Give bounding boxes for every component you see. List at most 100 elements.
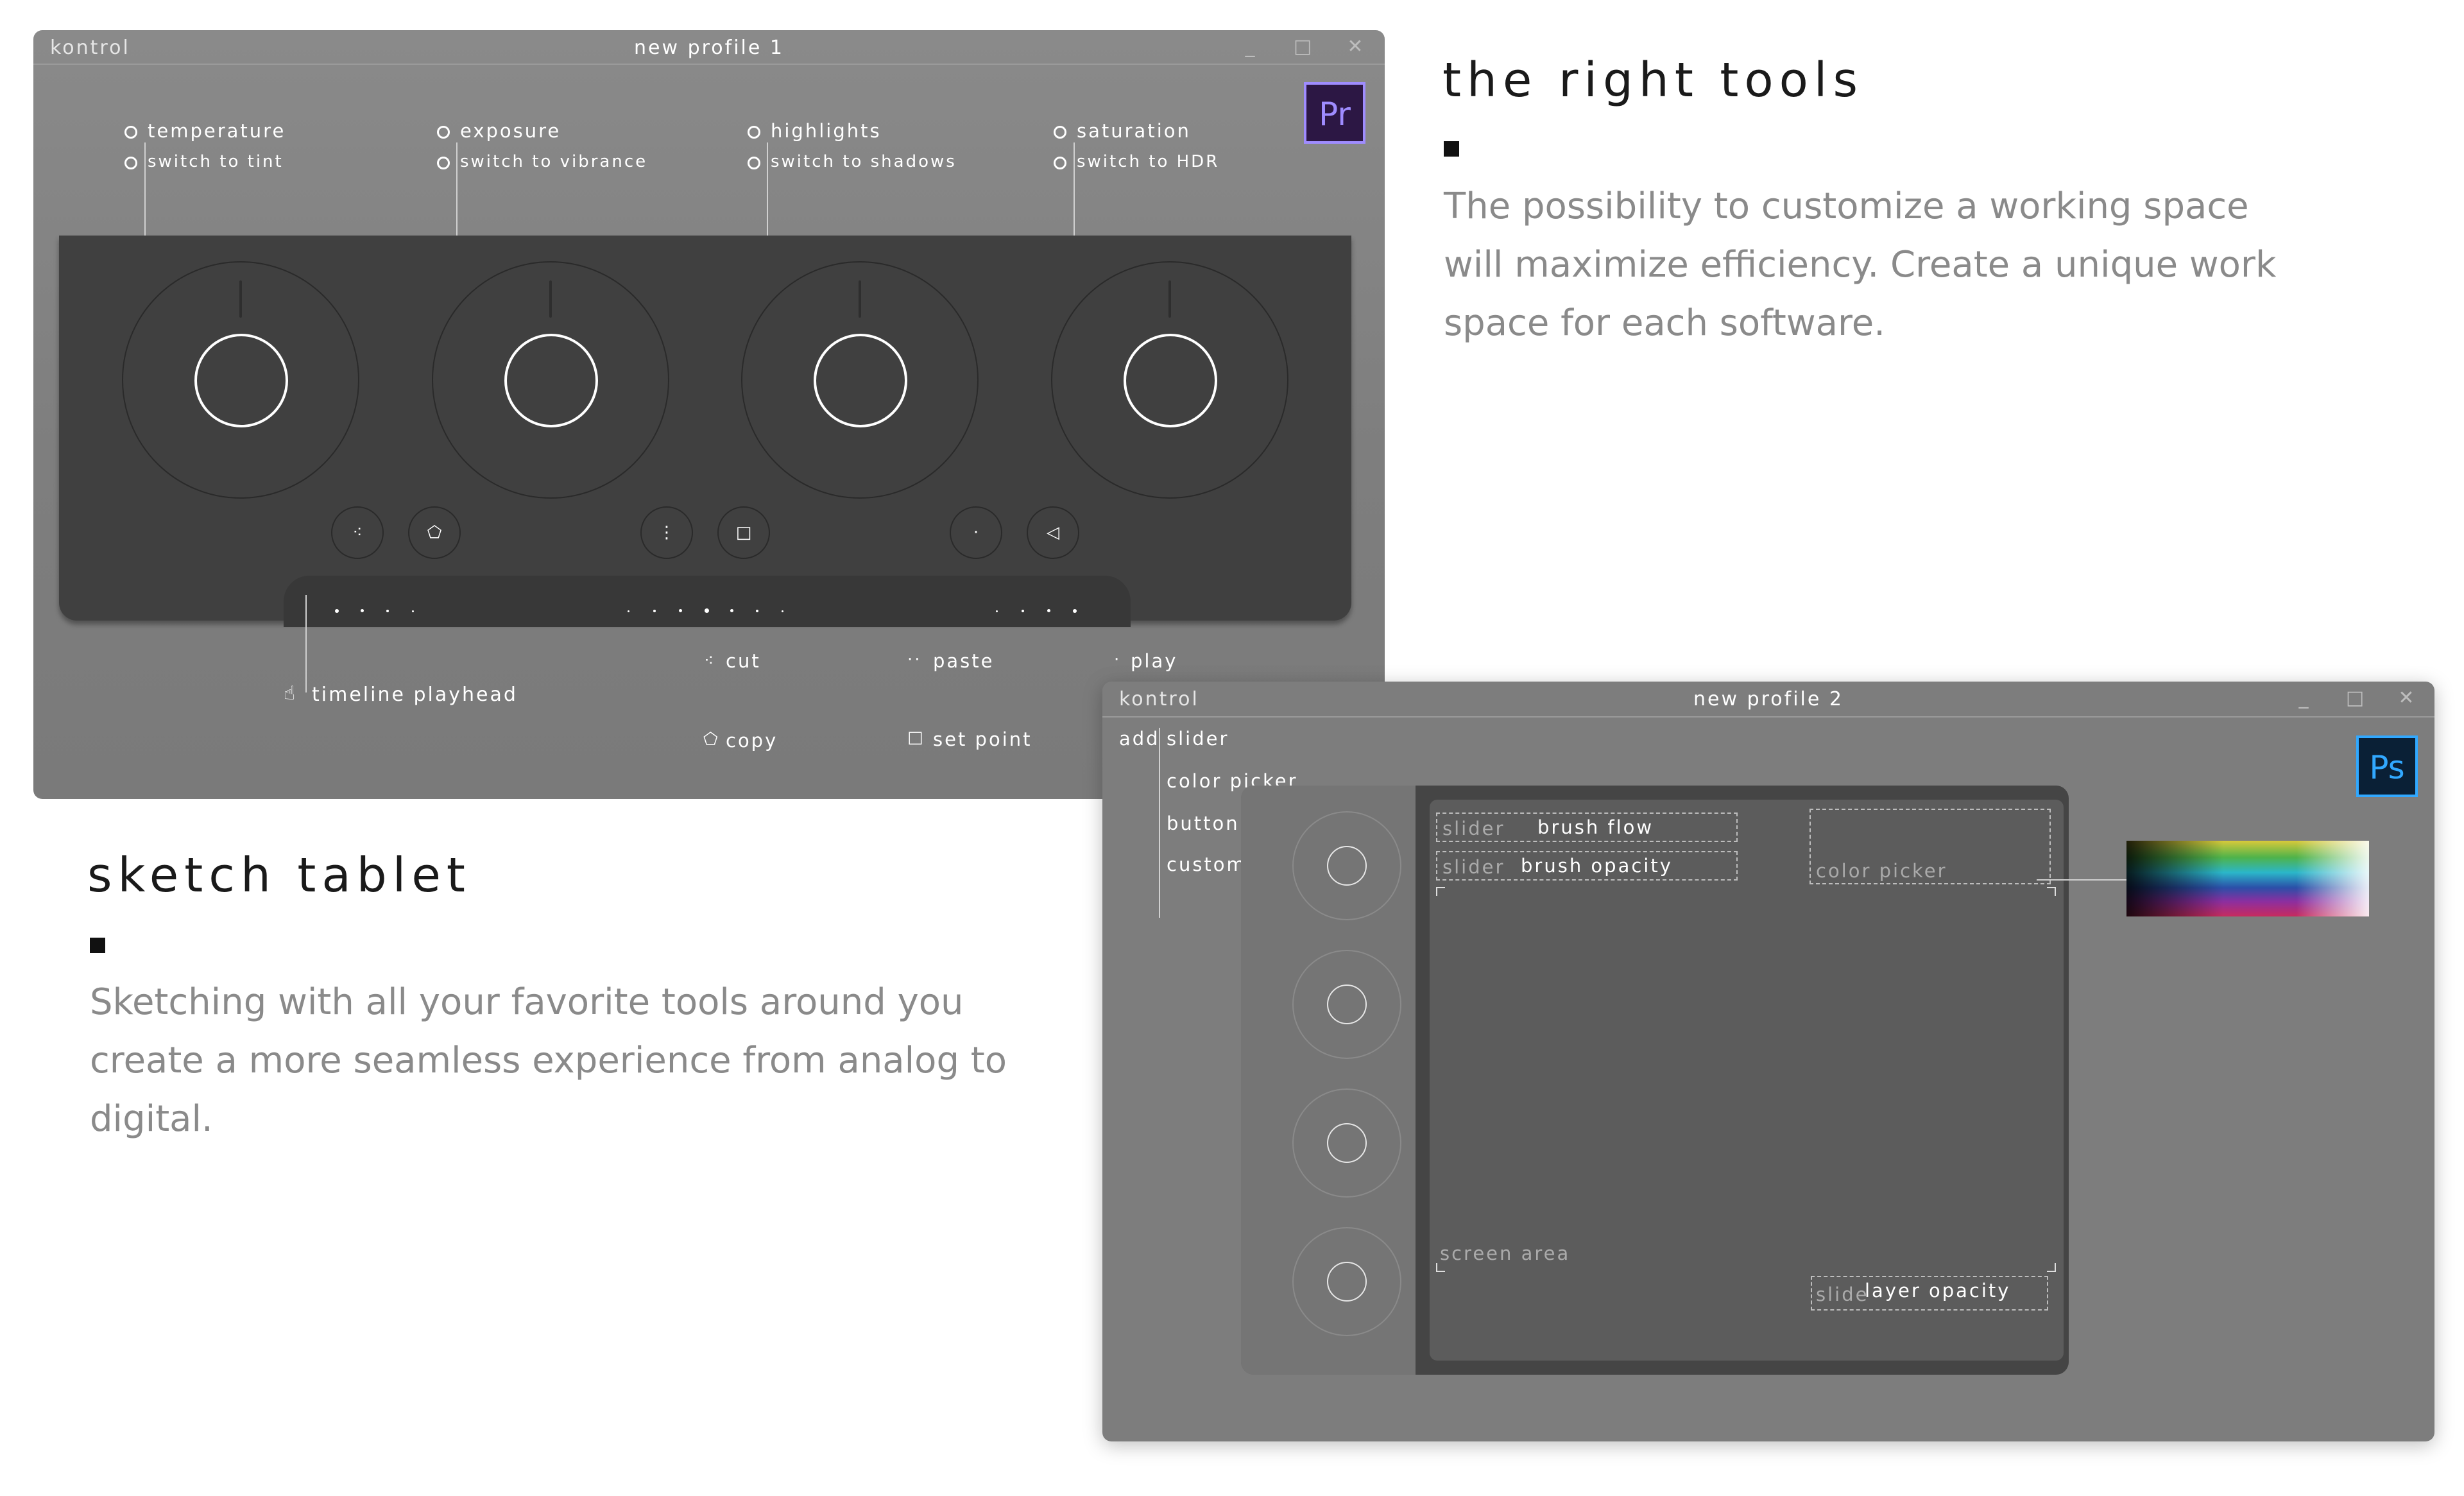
tablet-dial-4[interactable] <box>1292 1227 1401 1336</box>
radio-icon[interactable] <box>124 126 137 139</box>
knob-secondary-label[interactable]: switch to vibrance <box>460 152 647 171</box>
timeline-dot <box>730 609 733 612</box>
cut-label[interactable]: cut <box>726 650 761 672</box>
set-point-button[interactable]: □ <box>717 506 770 559</box>
premiere-app-icon[interactable]: Pr <box>1304 82 1365 144</box>
radio-icon[interactable] <box>437 157 450 169</box>
timeline-dot <box>628 610 629 612</box>
timeline-dot <box>386 610 389 612</box>
brush-flow-slider[interactable]: slider brush flow <box>1436 812 1738 842</box>
color-spectrum[interactable] <box>2126 841 2369 916</box>
play-label[interactable]: play <box>1131 650 1177 672</box>
knob-strip <box>1241 786 1416 1375</box>
slider-type-label: slider <box>1442 818 1505 839</box>
dial-center <box>1327 984 1367 1024</box>
knob-primary-label[interactable]: temperature <box>148 120 286 142</box>
corner-mark <box>2047 887 2056 896</box>
knob-primary-label[interactable]: exposure <box>460 120 561 142</box>
slider-type-label: slider <box>1442 856 1505 878</box>
title-bar[interactable]: kontrol new profile 1 _ □ ✕ <box>33 30 1385 65</box>
maximize-icon[interactable]: □ <box>2342 687 2368 710</box>
minimize-icon[interactable]: _ <box>2291 687 2316 710</box>
connector-line <box>2037 879 2135 881</box>
sketch-tablet-paragraph: Sketching with all your favorite tools a… <box>90 981 1007 1140</box>
set-point-label[interactable]: set point <box>933 728 1032 750</box>
paste-button[interactable]: ⋮ <box>640 506 693 559</box>
bullet-square <box>90 938 105 953</box>
tablet-dial-2[interactable] <box>1292 950 1401 1059</box>
dial-knob-2[interactable] <box>432 261 669 499</box>
layer-opacity-slider[interactable]: slide layer opacity <box>1811 1276 2048 1311</box>
dial-knob-3[interactable] <box>741 261 979 499</box>
right-tools-paragraph: The possibility to customize a working s… <box>1444 185 2277 344</box>
color-picker-widget[interactable]: color picker <box>1810 809 2051 884</box>
corner-mark <box>1436 1263 1445 1272</box>
menu-divider <box>1159 728 1160 918</box>
timeline-dot <box>996 610 998 612</box>
knob-secondary-label[interactable]: switch to HDR <box>1077 152 1219 171</box>
timeline-dot <box>782 610 783 612</box>
radio-icon[interactable] <box>748 157 760 169</box>
cut-icon: ⁖ <box>704 651 716 671</box>
photoshop-app-icon[interactable]: Ps <box>2356 735 2418 797</box>
dial-indicator <box>859 280 861 318</box>
add-custom-item[interactable]: custom <box>1167 854 1247 875</box>
knob-primary-label[interactable]: saturation <box>1077 120 1191 142</box>
close-icon[interactable]: ✕ <box>2393 687 2419 710</box>
dial-center <box>1327 846 1367 886</box>
play-button[interactable]: · <box>950 506 1002 559</box>
close-icon[interactable]: ✕ <box>1342 35 1368 58</box>
maximize-icon[interactable]: □ <box>1290 35 1315 58</box>
brush-opacity-label: brush opacity <box>1521 855 1673 877</box>
timeline-dot <box>679 609 682 612</box>
tablet-screen[interactable]: slider brush flow slider brush opacity c… <box>1430 800 2064 1361</box>
knob-secondary-label[interactable]: switch to shadows <box>771 152 957 171</box>
sketch-tablet-heading: sketch tablet <box>87 848 471 903</box>
timeline-playhead-label[interactable]: timeline playhead <box>312 684 518 706</box>
timeline-dot <box>1047 609 1050 612</box>
dial-knob-4[interactable] <box>1051 261 1288 499</box>
copy-button[interactable]: ⬠ <box>408 506 461 559</box>
copy-icon: ⬠ <box>703 730 720 749</box>
timeline-dot <box>361 609 364 612</box>
cut-button[interactable]: ⁖ <box>331 506 384 559</box>
window-title: new profile 1 <box>634 37 784 59</box>
add-button-item[interactable]: button <box>1167 812 1240 834</box>
back-button[interactable]: ◁ <box>1027 506 1079 559</box>
controller-device: ⁖ ⬠ ⋮ □ · ◁ <box>59 236 1351 627</box>
radio-icon[interactable] <box>437 126 450 139</box>
color-picker-label: color picker <box>1816 860 1947 882</box>
dial-knob-1[interactable] <box>122 261 359 499</box>
knob-primary-label[interactable]: highlights <box>771 120 882 142</box>
timeline-strip[interactable] <box>284 576 1131 627</box>
title-bar[interactable]: kontrol new profile 2 _ □ ✕ <box>1102 682 2434 718</box>
minimize-icon[interactable]: _ <box>1237 35 1263 58</box>
timeline-dot <box>1022 610 1024 612</box>
tablet-dial-1[interactable] <box>1292 811 1401 920</box>
dial-indicator <box>239 280 242 318</box>
corner-mark <box>1436 887 1445 896</box>
dial-center <box>1124 334 1217 427</box>
brush-opacity-slider[interactable]: slider brush opacity <box>1436 851 1738 881</box>
hand-pointer-icon: ☝ <box>284 682 298 705</box>
set-point-icon: □ <box>907 728 925 747</box>
radio-icon[interactable] <box>748 126 760 139</box>
layer-opacity-label: layer opacity <box>1865 1280 2011 1302</box>
corner-mark <box>2047 1263 2056 1272</box>
dial-center <box>1327 1262 1367 1302</box>
add-slider-item[interactable]: slider <box>1167 728 1229 750</box>
copy-label[interactable]: copy <box>726 730 778 752</box>
leader-line <box>305 595 307 692</box>
radio-icon[interactable] <box>1054 126 1066 139</box>
add-label: add <box>1119 728 1160 750</box>
profile-window-2: kontrol new profile 2 _ □ ✕ Ps add slide… <box>1102 682 2434 1441</box>
tablet-device: slider brush flow slider brush opacity c… <box>1241 786 2069 1375</box>
tablet-dial-3[interactable] <box>1292 1088 1401 1198</box>
radio-icon[interactable] <box>124 157 137 169</box>
dial-center <box>1327 1123 1367 1163</box>
timeline-dot <box>756 610 758 612</box>
radio-icon[interactable] <box>1054 157 1066 169</box>
dial-center <box>504 334 598 427</box>
knob-secondary-label[interactable]: switch to tint <box>148 152 284 171</box>
paste-label[interactable]: paste <box>933 650 995 672</box>
